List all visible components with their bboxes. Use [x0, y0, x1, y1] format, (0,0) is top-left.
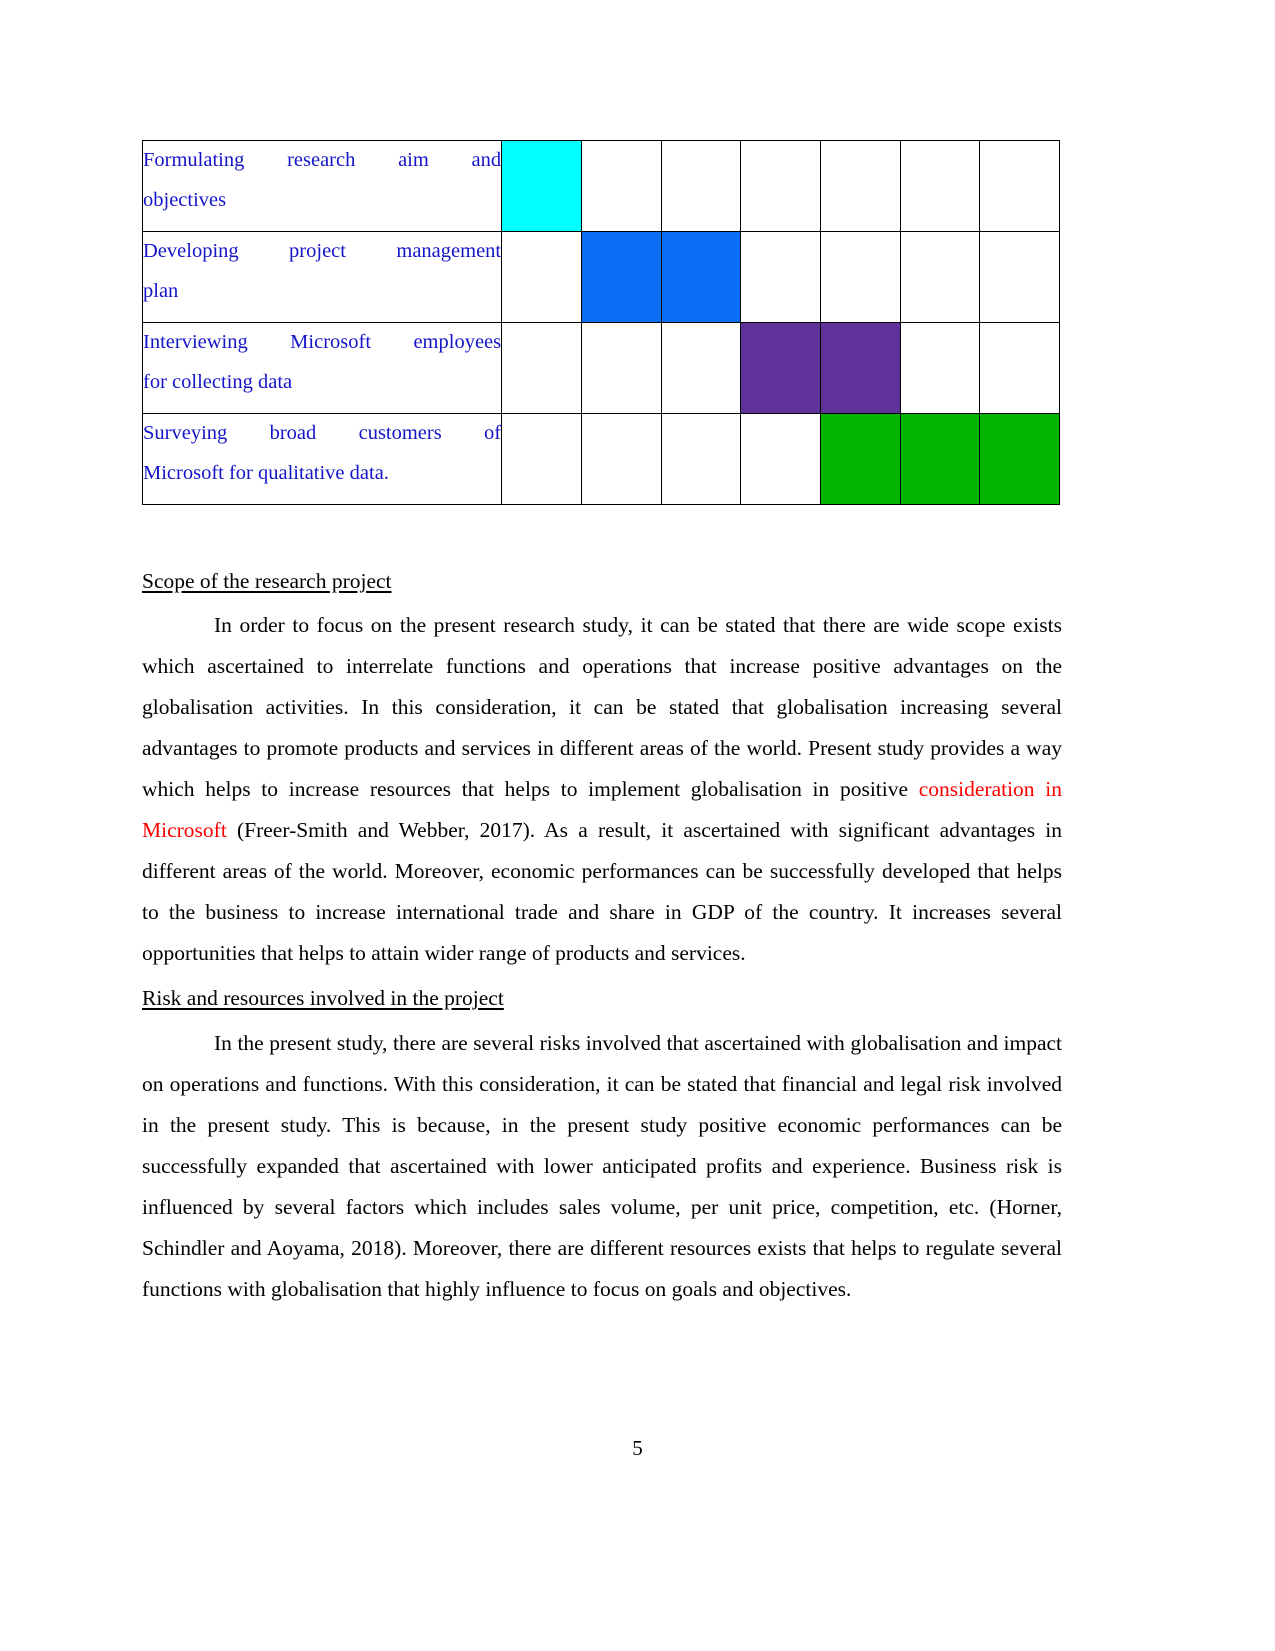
gantt-cell-r3c3 [660, 322, 742, 414]
gantt-cell-r1c2 [580, 140, 662, 232]
gantt-cell-r1c7 [979, 140, 1060, 232]
heading-spacer-2 [142, 1015, 1062, 1023]
gantt-chart-table: Formulating research aim and objectives … [141, 140, 1060, 505]
task-line-2: objectives [143, 188, 227, 211]
gantt-cell-r1c5 [819, 140, 901, 232]
gantt-cell-r2c3 [660, 231, 742, 323]
section-spacer-2 [142, 974, 1062, 982]
table-row: Formulating research aim and objectives [141, 140, 1060, 232]
gantt-task-label: Formulating research aim and objectives [141, 140, 503, 232]
gantt-cell-r3c4 [740, 322, 821, 414]
gantt-cell-r1c6 [899, 140, 981, 232]
task-line-1: Surveying broad customers of [143, 422, 502, 444]
gantt-cell-r1c4 [740, 140, 821, 232]
gantt-cell-r1c1 [501, 140, 582, 232]
gantt-cell-r2c6 [899, 231, 981, 323]
gantt-task-label: Developing project management plan [141, 231, 503, 323]
gantt-cell-r3c1 [501, 322, 582, 414]
document-page: Formulating research aim and objectives … [0, 0, 1275, 1651]
gantt-cell-r2c7 [979, 231, 1060, 323]
table-row: Developing project management plan [141, 231, 1060, 323]
table-row: Interviewing Microsoft employees for col… [141, 322, 1060, 414]
gantt-cell-r1c3 [660, 140, 742, 232]
gantt-cell-r2c4 [740, 231, 821, 323]
gantt-cell-r2c5 [819, 231, 901, 323]
gantt-cell-r4c1 [501, 413, 582, 505]
heading-scope: Scope of the research project [142, 569, 392, 593]
task-line-2: Microsoft for qualitative data. [143, 461, 389, 484]
task-line-1: Formulating research aim and [143, 149, 502, 171]
page-content: Formulating research aim and objectives … [141, 140, 1062, 1310]
gantt-task-label: Interviewing Microsoft employees for col… [141, 322, 503, 414]
gantt-cell-r3c7 [979, 322, 1060, 414]
gantt-cell-r4c5 [819, 413, 901, 505]
task-line-1: Developing project management [143, 240, 502, 262]
task-line-1: Interviewing Microsoft employees [143, 331, 502, 353]
paragraph-risk-resources: In the present study, there are several … [142, 1023, 1062, 1310]
paragraph-text-part-1: In the present study, there are several … [142, 1030, 1062, 1301]
paragraph-text-part-2: (Freer-Smith and Webber, 2017). As a res… [142, 818, 1062, 966]
heading-spacer [142, 597, 1062, 605]
gantt-cell-r4c7 [979, 413, 1060, 505]
gantt-cell-r3c6 [899, 322, 981, 414]
page-number: 5 [632, 1436, 643, 1460]
gantt-cell-r4c6 [899, 413, 981, 505]
gantt-cell-r4c3 [660, 413, 742, 505]
gantt-task-label: Surveying broad customers of Microsoft f… [141, 413, 503, 505]
gantt-cell-r2c2 [580, 231, 662, 323]
task-line-2: plan [143, 279, 179, 302]
gantt-cell-r4c4 [740, 413, 821, 505]
table-row: Surveying broad customers of Microsoft f… [141, 413, 1060, 505]
gantt-body: Formulating research aim and objectives … [141, 140, 1060, 505]
gantt-cell-r3c2 [580, 322, 662, 414]
gantt-cell-r4c2 [580, 413, 662, 505]
gantt-cell-r2c1 [501, 231, 582, 323]
task-line-2: for collecting data [143, 370, 293, 393]
paragraph-text-part-1: In order to focus on the present researc… [142, 613, 1062, 802]
paragraph-scope: In order to focus on the present researc… [142, 605, 1062, 974]
gantt-cell-r3c5 [819, 322, 901, 414]
heading-risk-resources: Risk and resources involved in the proje… [142, 986, 504, 1011]
